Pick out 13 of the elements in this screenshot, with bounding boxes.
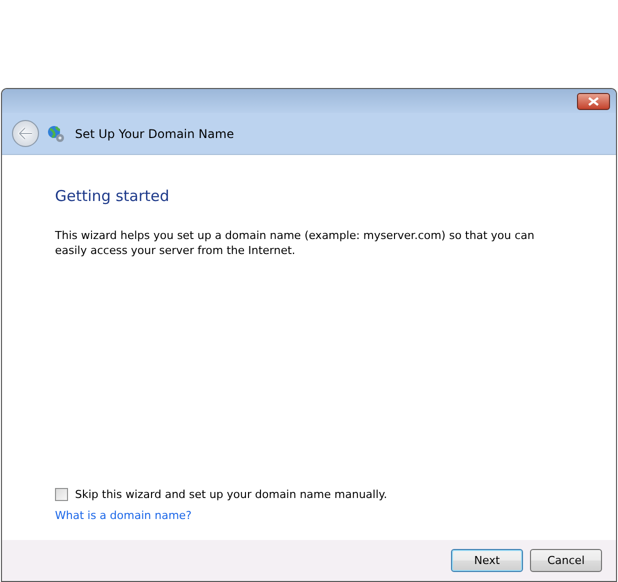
window-title: Set Up Your Domain Name — [75, 126, 234, 140]
description-text: This wizard helps you set up a domain name (example: myserver.com) so that you can easily access your server from the Internet. — [55, 228, 536, 258]
checkbox[interactable] — [55, 488, 68, 501]
close-button[interactable] — [577, 92, 610, 110]
checkbox-label: Skip this wizard and set up your domain name manually. — [75, 488, 388, 501]
cancel-button[interactable]: Cancel — [530, 549, 602, 572]
globe-gear-icon — [47, 124, 65, 142]
close-icon — [588, 96, 599, 106]
help-link[interactable]: What is a domain name? — [55, 509, 192, 522]
back-arrow-icon — [18, 127, 33, 140]
back-button[interactable] — [12, 120, 39, 147]
next-button[interactable]: Next — [451, 549, 523, 572]
page-heading: Getting started — [55, 187, 170, 205]
